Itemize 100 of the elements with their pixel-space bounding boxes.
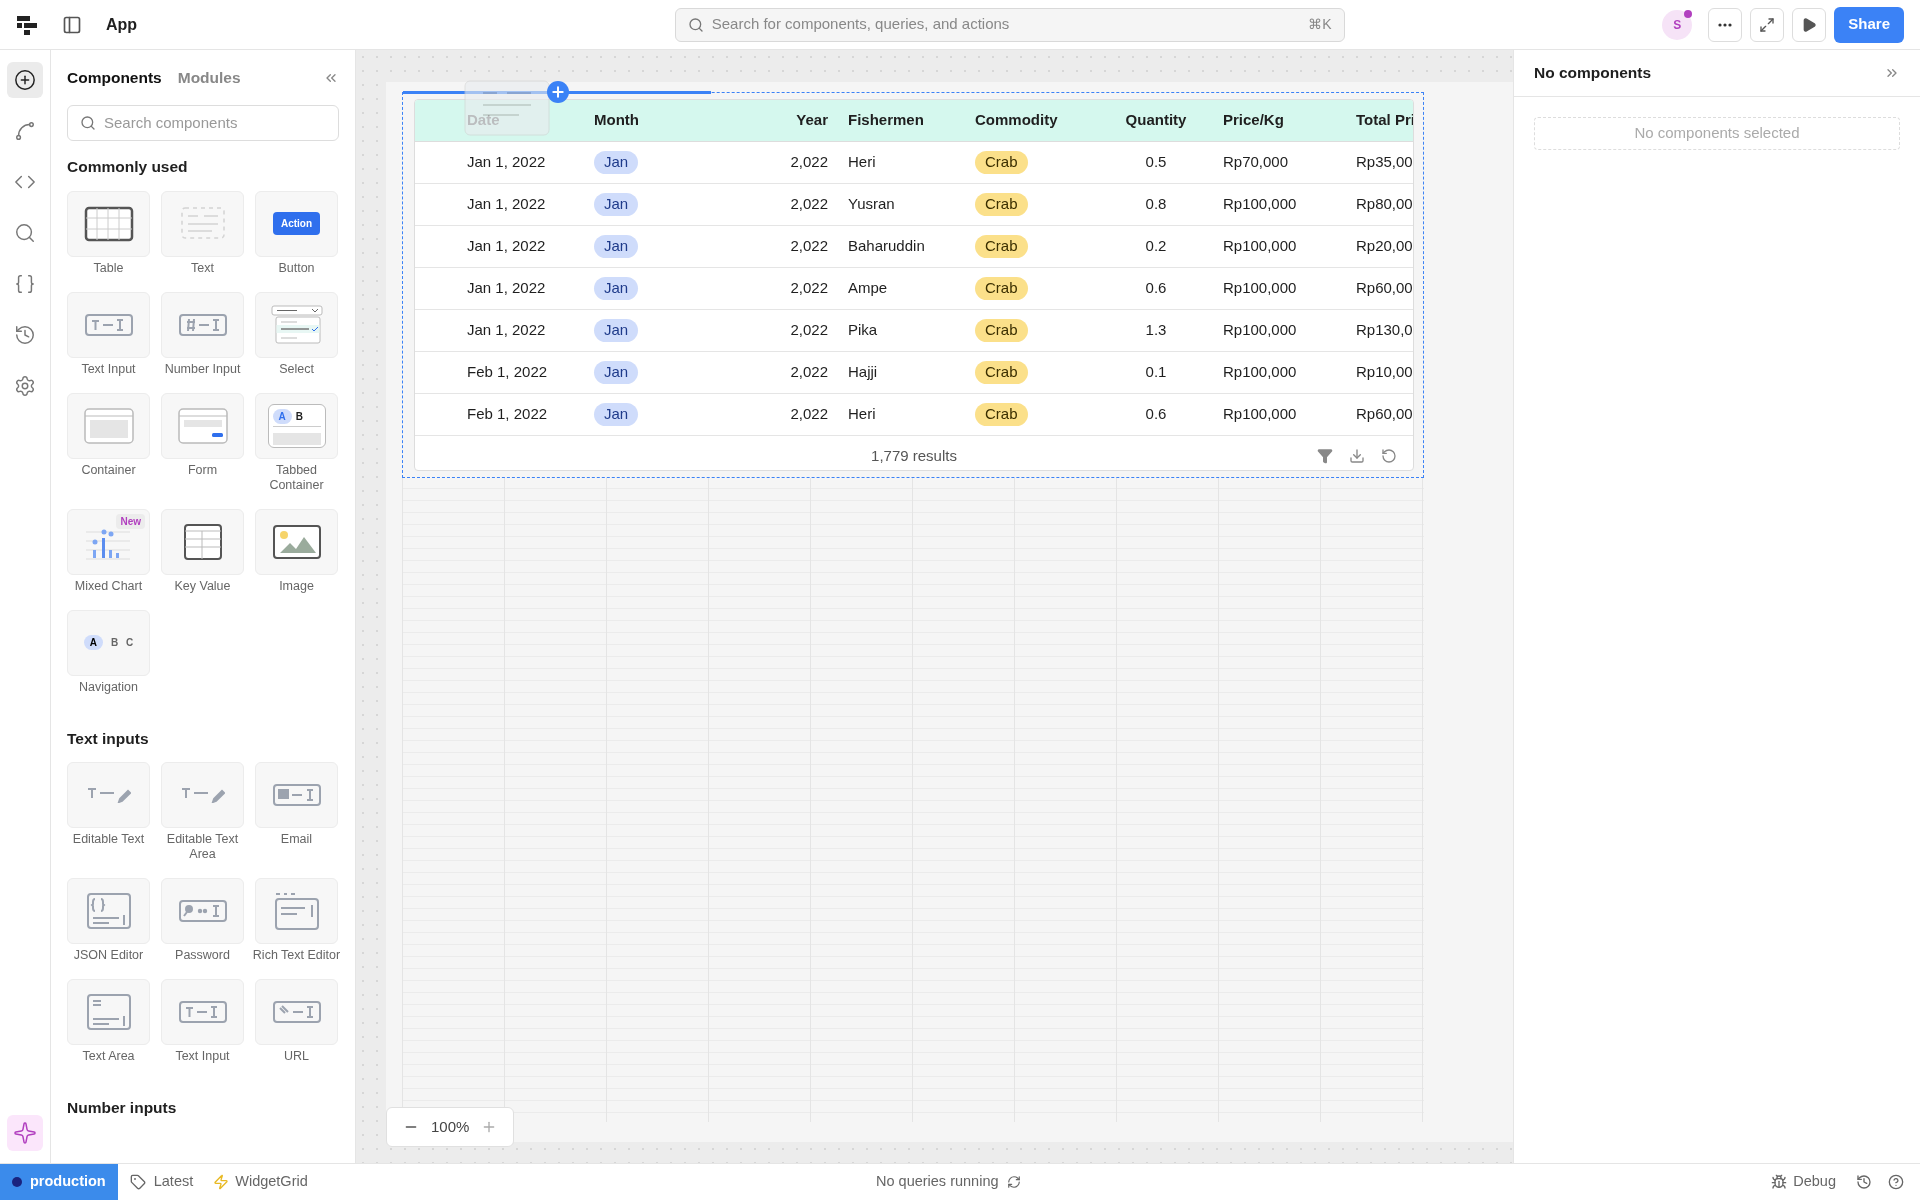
component-label: Email <box>279 831 314 847</box>
debug-link[interactable]: Debug <box>1793 1171 1836 1193</box>
lightning-icon <box>213 1174 230 1190</box>
component-tile[interactable] <box>161 190 244 257</box>
add-icon <box>14 69 36 91</box>
component-tile[interactable]: A B <box>255 392 338 459</box>
component-tile[interactable] <box>255 978 338 1045</box>
component-tile[interactable] <box>161 508 244 575</box>
editable-preview-icon <box>180 786 225 803</box>
refresh-icon[interactable] <box>1381 448 1397 464</box>
table-cell-text: Rp60,00 <box>1356 278 1413 299</box>
nav-c-label: C <box>126 636 134 650</box>
month-tag: Jan <box>594 361 639 384</box>
search-field[interactable]: Search for components, queries, and actions ⌘K <box>674 7 1345 42</box>
component-tile[interactable] <box>67 291 150 358</box>
expand-icon <box>1759 16 1776 33</box>
table-cell-text: Rp100,000 <box>1223 362 1297 383</box>
commodity-tag: Crab <box>975 193 1028 216</box>
column-header[interactable]: Fishermen <box>848 109 924 132</box>
share-button[interactable]: Share <box>1834 6 1904 43</box>
component-label: JSON Editor <box>72 947 145 963</box>
table-cell-text: Yusran <box>848 194 895 215</box>
preview-button[interactable] <box>1792 7 1827 42</box>
panel-tab[interactable]: Components <box>67 66 162 90</box>
table-cell-text: 0.8 <box>1145 194 1167 215</box>
component-tile[interactable] <box>255 291 338 358</box>
filter-icon[interactable] <box>1317 448 1333 464</box>
assistant-button[interactable] <box>7 1115 43 1151</box>
table-cell-text: Jan 1, 2022 <box>467 152 546 173</box>
column-header[interactable]: Year <box>796 109 828 132</box>
component-tile[interactable] <box>161 291 244 358</box>
drag-ghost-icon <box>463 79 551 137</box>
component-tile[interactable] <box>255 761 338 828</box>
component-tile[interactable] <box>255 877 338 944</box>
column-header[interactable]: Total Pri <box>1356 109 1413 132</box>
zoom-level: 100% <box>431 1116 470 1137</box>
tab-b-label: B <box>295 409 303 424</box>
component-tile[interactable] <box>67 978 150 1045</box>
section-title: Number inputs <box>67 1097 178 1118</box>
component-tile[interactable]: Action <box>255 190 338 257</box>
table-cell-text: Heri <box>848 404 876 425</box>
component-label: Rich Text Editor <box>252 947 341 963</box>
shortcut-hint: ⌘K <box>1308 15 1332 34</box>
table-cell-text: 0.6 <box>1145 404 1167 425</box>
table-cell-text: Hajji <box>848 362 878 383</box>
app-title: App <box>106 14 138 35</box>
environment-badge[interactable]: production <box>0 1164 118 1200</box>
component-tile[interactable] <box>161 877 244 944</box>
column-header[interactable]: Commodity <box>975 109 1058 132</box>
component-tile[interactable] <box>67 392 150 459</box>
table-cell-text: 2,022 <box>790 404 828 425</box>
history-icon <box>14 324 36 346</box>
component-tile[interactable] <box>67 190 150 257</box>
component-tile[interactable] <box>67 877 150 944</box>
table-cell-text: Jan 1, 2022 <box>467 194 546 215</box>
more-button[interactable] <box>1708 7 1743 42</box>
braces-icon <box>14 273 36 295</box>
search-input[interactable]: Search for components, queries, and actions <box>711 13 1309 36</box>
component-label: Form <box>186 462 219 478</box>
refresh-icon[interactable] <box>1006 1175 1021 1189</box>
download-icon[interactable] <box>1349 448 1365 464</box>
column-header[interactable]: Month <box>594 109 639 132</box>
column-header[interactable]: Price/Kg <box>1223 109 1284 132</box>
component-search-input[interactable]: Search components <box>104 112 326 135</box>
table-cell-text: 0.2 <box>1145 236 1167 257</box>
user-avatar[interactable]: S <box>1662 9 1693 40</box>
component-tile[interactable]: A B C <box>67 609 150 676</box>
component-label: URL <box>283 1048 310 1064</box>
commodity-tag: Crab <box>975 277 1028 300</box>
history-icon[interactable] <box>1856 1174 1872 1190</box>
sidebar-toggle-icon[interactable] <box>62 14 82 35</box>
logo-icon[interactable] <box>16 13 38 36</box>
month-tag: Jan <box>594 151 639 174</box>
grid-link[interactable]: WidgetGrid <box>235 1171 308 1193</box>
component-tile[interactable] <box>67 761 150 828</box>
play-icon <box>1801 16 1818 33</box>
table-cell-text: 2,022 <box>790 194 828 215</box>
help-icon[interactable] <box>1888 1174 1904 1190</box>
query-status: No queries running <box>876 1172 999 1192</box>
component-tile[interactable] <box>161 392 244 459</box>
new-badge: New <box>116 513 145 529</box>
component-search-field[interactable]: Search components <box>67 105 339 142</box>
table-cell-text: Rp70,000 <box>1223 152 1289 173</box>
component-label: Number Input <box>163 361 242 377</box>
search-icon <box>14 222 36 244</box>
rail-button[interactable] <box>7 62 43 98</box>
nav-a-label: A <box>83 635 103 650</box>
version-link[interactable]: Latest <box>153 1171 194 1193</box>
editable-preview-icon <box>86 786 131 803</box>
settings-icon <box>14 375 36 397</box>
component-tile[interactable]: New <box>67 508 150 575</box>
column-header[interactable]: Quantity <box>1125 109 1187 132</box>
fullscreen-button[interactable] <box>1750 7 1785 42</box>
component-tile[interactable] <box>255 508 338 575</box>
add-handle[interactable] <box>547 81 569 103</box>
component-tile[interactable] <box>161 761 244 828</box>
panel-tab[interactable]: Modules <box>177 66 241 90</box>
table-cell-text: Rp100,000 <box>1223 404 1297 425</box>
component-tile[interactable] <box>161 978 244 1045</box>
table-cell-text: Jan 1, 2022 <box>467 320 546 341</box>
